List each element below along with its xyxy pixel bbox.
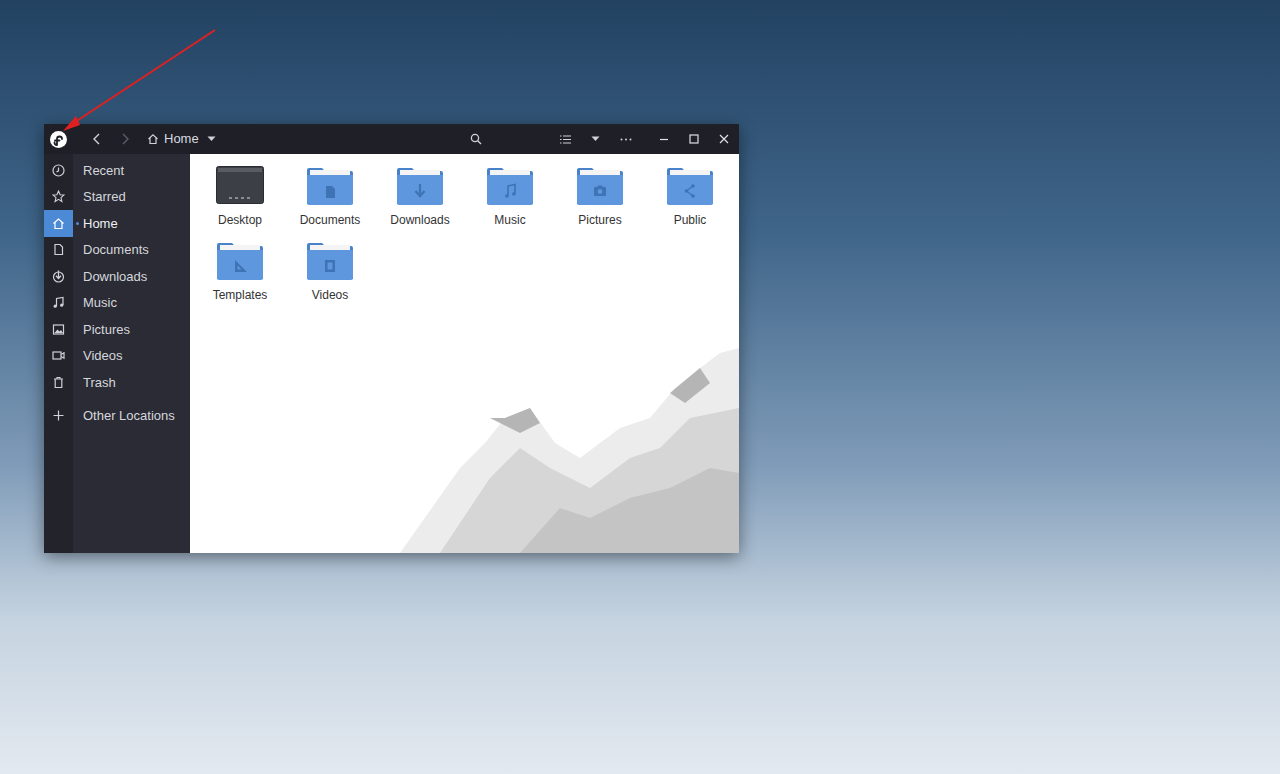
folder-icon <box>576 166 624 206</box>
sidebar-item-label-cell: Starred <box>73 184 190 211</box>
folder-item[interactable]: Public <box>645 166 735 241</box>
sidebar-item[interactable]: Music <box>44 290 190 317</box>
home-icon <box>147 133 159 145</box>
list-view-icon[interactable] <box>551 124 579 154</box>
sidebar-item-label: Home <box>83 214 118 234</box>
sidebar-item[interactable]: Recent <box>44 157 190 184</box>
close-icon[interactable] <box>709 124 739 154</box>
sidebar-item-label: Pictures <box>83 320 130 340</box>
view-options-caret-icon[interactable] <box>585 124 605 154</box>
sidebar-item-label: Music <box>83 293 117 313</box>
folder-item[interactable]: Desktop <box>195 166 285 241</box>
folder-item[interactable]: Pictures <box>555 166 645 241</box>
folder-icon <box>216 166 264 206</box>
sidebar-item[interactable]: Trash <box>44 369 190 396</box>
sidebar-item-label-cell: Trash <box>73 369 190 396</box>
sidebar-item-label: Recent <box>83 161 124 181</box>
sidebar-item-icon <box>44 237 73 264</box>
file-grid: Desktop Documents Downloads Music Pictures Pu… <box>190 154 739 316</box>
search-icon[interactable] <box>462 124 490 154</box>
menu-dots-icon[interactable] <box>612 124 640 154</box>
folder-item[interactable]: Templates <box>195 241 285 316</box>
folder-label: Public <box>674 212 707 228</box>
sidebar-item-label: Starred <box>83 187 126 207</box>
folder-item[interactable]: Documents <box>285 166 375 241</box>
maximize-icon[interactable] <box>679 124 709 154</box>
sidebar-item-label: Documents <box>83 240 149 260</box>
sidebar-item[interactable]: Documents <box>44 237 190 264</box>
mountain-watermark <box>290 348 739 553</box>
sidebar-item-label: Videos <box>83 346 123 366</box>
annotation-arrow-icon <box>0 0 1280 774</box>
sidebar-item-label: Trash <box>83 373 116 393</box>
folder-icon <box>216 241 264 281</box>
folder-icon <box>306 166 354 206</box>
folder-label: Templates <box>213 287 268 303</box>
window-body: Recent Starred Home Documents Downloads Music… <box>44 154 739 553</box>
sidebar-item-label-cell: Recent <box>73 157 190 184</box>
sidebar-item-icon <box>44 316 73 343</box>
forward-button-icon <box>111 124 139 154</box>
folder-item[interactable]: Music <box>465 166 555 241</box>
folder-label: Pictures <box>578 212 621 228</box>
file-view: Desktop Documents Downloads Music Pictures Pu… <box>190 154 739 553</box>
folder-label: Downloads <box>390 212 449 228</box>
sidebar-item-icon <box>44 343 73 370</box>
back-button-icon[interactable] <box>83 124 111 154</box>
titlebar-actions <box>462 124 739 154</box>
sidebar-item-label-cell: Pictures <box>73 316 190 343</box>
folder-label: Music <box>494 212 525 228</box>
sidebar: Recent Starred Home Documents Downloads Music… <box>44 154 190 553</box>
folder-label: Documents <box>300 212 361 228</box>
sidebar-item-icon <box>44 369 73 396</box>
path-bar-button[interactable]: Home <box>145 127 220 151</box>
sidebar-item-icon <box>44 157 73 184</box>
sidebar-item-label-cell: Videos <box>73 343 190 370</box>
other-locations-label: Other Locations <box>73 406 175 426</box>
sidebar-item-icon <box>44 184 73 211</box>
sidebar-item-label: Downloads <box>83 267 147 287</box>
plus-icon <box>44 403 73 430</box>
desktop: Home Recent Starred Home Documents Downloads M… <box>0 0 1280 774</box>
sidebar-item[interactable]: Starred <box>44 184 190 211</box>
folder-label: Videos <box>312 287 348 303</box>
selection-dot <box>76 222 79 225</box>
sidebar-item-label-cell: Documents <box>73 237 190 264</box>
titlebar: Home <box>44 124 739 154</box>
dropdown-caret-icon <box>206 133 218 145</box>
file-manager-window: Home Recent Starred Home Documents Downloads M… <box>44 124 739 553</box>
sidebar-item-icon <box>44 210 73 237</box>
sidebar-item-label-cell: Downloads <box>73 263 190 290</box>
folder-icon <box>486 166 534 206</box>
folder-label: Desktop <box>218 212 262 228</box>
sidebar-item-label-cell: Home <box>73 210 190 237</box>
folder-item[interactable]: Videos <box>285 241 375 316</box>
folder-icon <box>396 166 444 206</box>
path-label: Home <box>164 129 199 149</box>
fedora-logo-icon[interactable] <box>44 124 73 154</box>
sidebar-item[interactable]: Pictures <box>44 316 190 343</box>
sidebar-item[interactable]: Videos <box>44 343 190 370</box>
folder-icon <box>666 166 714 206</box>
other-locations-item[interactable]: Other Locations <box>44 403 190 430</box>
sidebar-item[interactable]: Home <box>44 210 190 237</box>
folder-icon <box>306 241 354 281</box>
sidebar-item-label-cell: Music <box>73 290 190 317</box>
sidebar-item[interactable]: Downloads <box>44 263 190 290</box>
sidebar-item-icon <box>44 263 73 290</box>
folder-item[interactable]: Downloads <box>375 166 465 241</box>
sidebar-item-icon <box>44 290 73 317</box>
minimize-icon[interactable] <box>649 124 679 154</box>
